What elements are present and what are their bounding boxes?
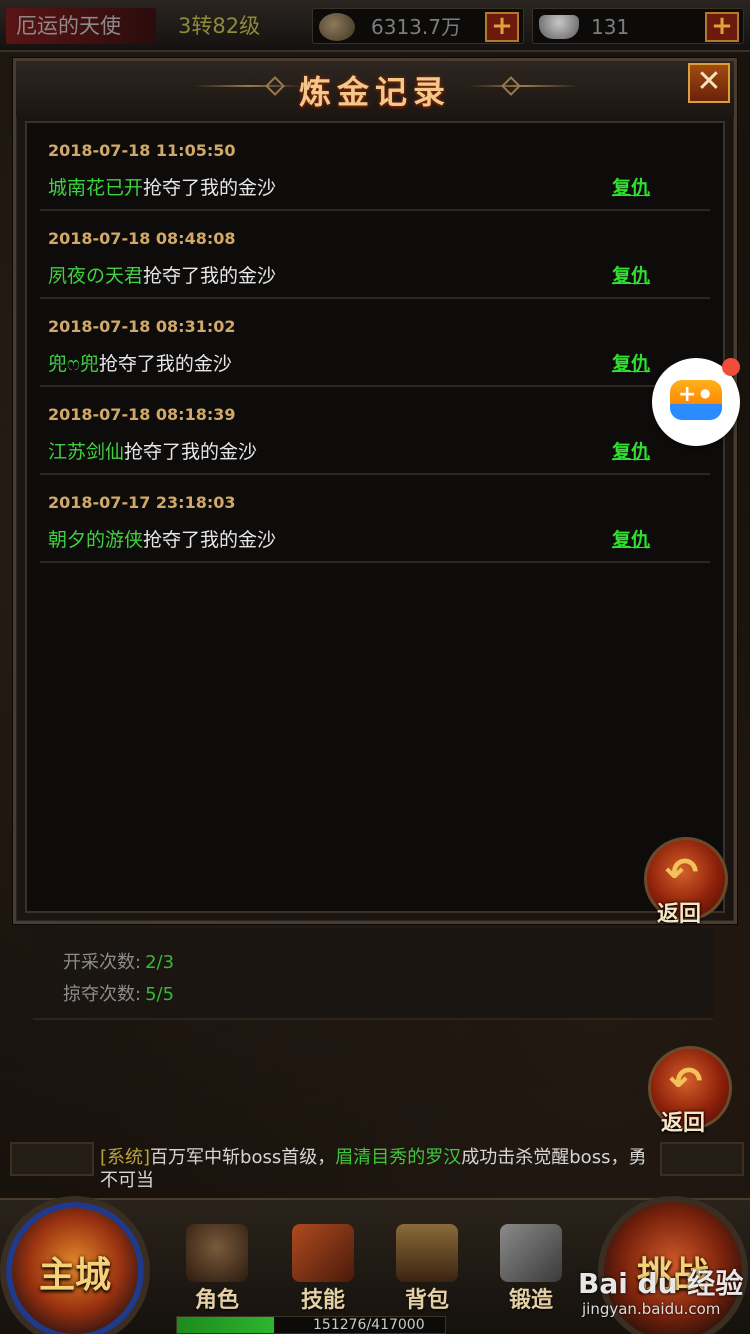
watermark-url: jingyan.baidu.com [582, 1300, 721, 1318]
record-action: 抢夺了我的金沙 [143, 265, 277, 287]
list-item: 2018-07-18 08:48:08 夙夜の天君抢夺了我的金沙 复仇 [40, 211, 710, 299]
chat-channel-tag: [系统] [100, 1147, 151, 1168]
attempt-counters: 开采次数: 2/3 掠夺次数: 5/5 [33, 928, 713, 1020]
gold-resource: 6313.7万 + [312, 8, 524, 44]
watermark-logo: Bai du 经验 [578, 1267, 744, 1300]
experience-text: 151276/417000 [313, 1317, 425, 1333]
close-icon: ✕ [696, 64, 722, 99]
plunder-count-value: 5/5 [145, 984, 175, 1005]
player-name[interactable]: 厄运的天使 [6, 8, 156, 44]
chat-toggle-left[interactable] [10, 1142, 94, 1176]
alchemy-record-dialog: 炼金记录 ✕ 2018-07-18 11:05:50 城南花已开抢夺了我的金沙 … [13, 58, 737, 927]
list-item: 2018-07-18 08:31:02 兜ෆ兜抢夺了我的金沙 复仇 [40, 299, 710, 387]
back-arrow-icon: ↶ [665, 850, 699, 896]
chat-player-name[interactable]: 眉清目秀的罗汉 [335, 1147, 461, 1168]
attacker-name[interactable]: 朝夕的游侠 [48, 529, 143, 551]
hammer-icon [500, 1224, 562, 1282]
record-text: 朝夕的游侠抢夺了我的金沙 [48, 525, 276, 552]
skill-book-icon [292, 1224, 354, 1282]
record-action: 抢夺了我的金沙 [143, 177, 277, 199]
forge-button[interactable]: 锻造 [486, 1222, 576, 1314]
ingot-resource: 131 + [532, 8, 744, 44]
coin-icon [319, 13, 355, 41]
treasure-chest-icon [396, 1224, 458, 1282]
close-button[interactable]: ✕ [688, 63, 730, 103]
main-city-label: 主城 [38, 1254, 111, 1296]
notification-dot [722, 358, 740, 376]
record-list: 2018-07-18 11:05:50 城南花已开抢夺了我的金沙 复仇 2018… [25, 121, 725, 913]
experience-fill [177, 1317, 275, 1333]
bag-label: 背包 [404, 1287, 449, 1313]
forge-label: 锻造 [508, 1287, 553, 1313]
list-item: 2018-07-18 08:18:39 江苏剑仙抢夺了我的金沙 复仇 [40, 387, 710, 475]
record-action: 抢夺了我的金沙 [124, 441, 258, 463]
player-level: 3转82级 [178, 14, 261, 38]
record-action: 抢夺了我的金沙 [143, 529, 277, 551]
record-time: 2018-07-18 08:31:02 [48, 317, 236, 336]
chat-toggle-right[interactable] [660, 1142, 744, 1176]
record-time: 2018-07-17 23:18:03 [48, 493, 236, 512]
revenge-link[interactable]: 复仇 [612, 525, 650, 552]
main-city-button[interactable]: 主城 [0, 1196, 150, 1334]
record-time: 2018-07-18 11:05:50 [48, 141, 236, 160]
revenge-link[interactable]: 复仇 [612, 437, 650, 464]
record-action: 抢夺了我的金沙 [98, 353, 232, 375]
helmet-icon [186, 1224, 248, 1282]
back-label: 返回 [657, 902, 702, 927]
mining-count-value: 2/3 [145, 952, 175, 973]
record-text: 夙夜の天君抢夺了我的金沙 [48, 261, 276, 288]
back-label: 返回 [661, 1111, 706, 1136]
screen-back-button[interactable]: ↶ 返回 [648, 1046, 732, 1136]
dialog-header: 炼金记录 ✕ [16, 61, 734, 117]
system-chat-message[interactable]: [系统]百万军中斩boss首级，眉清目秀的罗汉成功击杀觉醒boss，勇不可当 [100, 1146, 660, 1196]
dialog-title: 炼金记录 [298, 73, 451, 111]
mining-count: 开采次数: 2/3 [63, 948, 174, 974]
plunder-count: 掠夺次数: 5/5 [63, 980, 174, 1006]
role-label: 角色 [194, 1287, 239, 1313]
ingot-value: 131 [591, 15, 630, 39]
baidu-jingyan-watermark: Bai du 经验 jingyan.baidu.com [578, 1262, 748, 1328]
attacker-name[interactable]: 江苏剑仙 [48, 441, 124, 463]
revenge-link[interactable]: 复仇 [612, 173, 650, 200]
title-ornament-right [468, 85, 578, 87]
list-item: 2018-07-17 23:18:03 朝夕的游侠抢夺了我的金沙 复仇 [40, 475, 710, 563]
back-arrow-icon: ↶ [669, 1059, 703, 1105]
add-gold-button[interactable]: + [485, 12, 519, 42]
attacker-name[interactable]: 夙夜の天君 [48, 265, 143, 287]
add-ingot-button[interactable]: + [705, 12, 739, 42]
record-text: 兜ෆ兜抢夺了我的金沙 [48, 349, 232, 376]
list-item: 2018-07-18 11:05:50 城南花已开抢夺了我的金沙 复仇 [40, 123, 710, 211]
attacker-name[interactable]: 城南花已开 [48, 177, 143, 199]
record-time: 2018-07-18 08:18:39 [48, 405, 236, 424]
mining-count-label: 开采次数: [63, 952, 142, 973]
top-status-bar: 厄运的天使 3转82级 6313.7万 + 131 + [0, 0, 750, 52]
chat-text-a: 百万军中斩boss首级， [150, 1147, 336, 1168]
skill-button[interactable]: 技能 [278, 1222, 368, 1314]
role-button[interactable]: 角色 [172, 1222, 262, 1314]
game-controller-icon [670, 380, 722, 420]
experience-bar: 151276/417000 [176, 1316, 446, 1334]
record-time: 2018-07-18 08:48:08 [48, 229, 236, 248]
bag-button[interactable]: 背包 [382, 1222, 472, 1314]
ingot-icon [539, 15, 579, 39]
revenge-link[interactable]: 复仇 [612, 349, 650, 376]
plunder-count-label: 掠夺次数: [63, 984, 142, 1005]
attacker-name[interactable]: 兜ෆ兜 [48, 353, 99, 375]
revenge-link[interactable]: 复仇 [612, 261, 650, 288]
record-text: 城南花已开抢夺了我的金沙 [48, 173, 276, 200]
gold-value: 6313.7万 [371, 15, 461, 39]
record-text: 江苏剑仙抢夺了我的金沙 [48, 437, 257, 464]
skill-label: 技能 [300, 1287, 345, 1313]
dialog-back-button[interactable]: ↶ 返回 [644, 837, 728, 927]
